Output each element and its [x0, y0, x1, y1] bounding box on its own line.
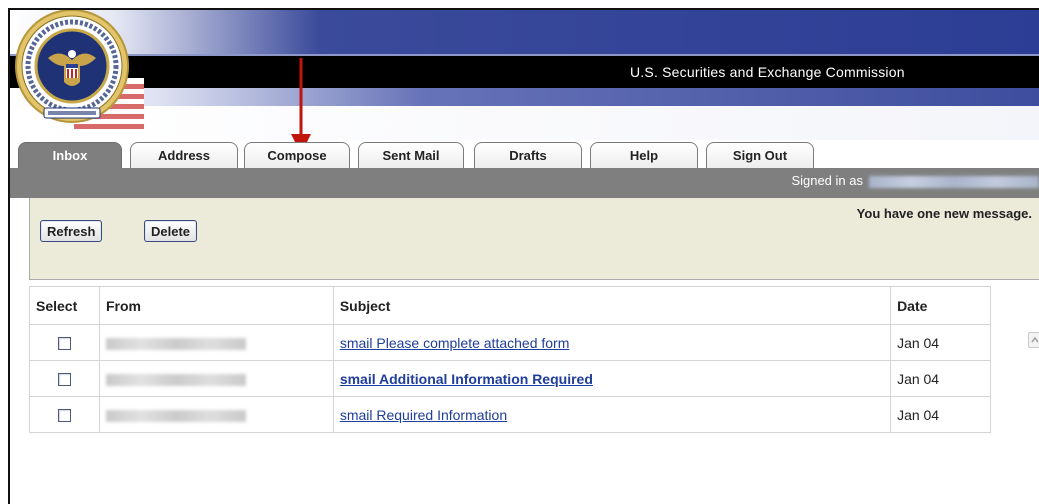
column-header-from: From	[98, 286, 334, 325]
signed-in-status: Signed in as	[791, 173, 1039, 188]
tab-help[interactable]: Help	[590, 142, 698, 170]
from-cell	[98, 396, 334, 433]
date-cell: Jan 04	[890, 396, 991, 433]
app-window: U.S. Securities and Exchange Commission	[8, 8, 1039, 504]
agency-name: U.S. Securities and Exchange Commission	[630, 64, 905, 80]
subject-link-unread[interactable]: smail Additional Information Required	[340, 371, 593, 387]
subject-link[interactable]: smail Please complete attached form	[340, 335, 570, 351]
column-header-select: Select	[29, 286, 100, 325]
delete-button[interactable]: Delete	[144, 220, 198, 242]
sender-redacted	[105, 409, 246, 422]
subject-link[interactable]: smail Required Information	[340, 407, 507, 423]
chevron-up-icon	[1031, 336, 1039, 343]
from-cell	[98, 360, 334, 397]
subject-cell: smail Additional Information Required	[332, 360, 892, 397]
signed-in-email-redacted	[869, 175, 1039, 188]
tab-address[interactable]: Address	[130, 142, 238, 170]
header-banner: U.S. Securities and Exchange Commission	[10, 10, 1039, 140]
table-row: smail Required Information Jan 04	[29, 396, 991, 433]
column-header-date: Date	[890, 286, 991, 325]
tab-label: Address	[157, 148, 211, 163]
scroll-up-icon[interactable]	[1028, 332, 1039, 348]
date-cell: Jan 04	[890, 324, 991, 361]
select-cell	[29, 360, 100, 397]
tab-drafts[interactable]: Drafts	[474, 142, 582, 170]
banner-band-light	[10, 106, 1039, 140]
tab-label: Inbox	[52, 148, 88, 163]
message-checkbox[interactable]	[57, 337, 71, 351]
tab-bar: Inbox Address Compose Sent Mail Drafts H…	[10, 140, 1039, 170]
tab-label: Help	[629, 148, 659, 163]
tab-label: Sent Mail	[382, 148, 440, 163]
table-row: smail Please complete attached form Jan …	[29, 324, 991, 361]
message-table: Select From Subject Date smail Please co…	[29, 286, 991, 433]
from-cell	[98, 324, 334, 361]
date-cell: Jan 04	[890, 360, 991, 397]
sender-redacted	[105, 337, 246, 350]
tab-sign-out[interactable]: Sign Out	[706, 142, 814, 170]
tab-label: Drafts	[509, 148, 547, 163]
subject-cell: smail Please complete attached form	[332, 324, 892, 361]
seal-logo	[15, 10, 144, 134]
banner-band-low	[10, 88, 1039, 106]
inbox-toolbar: Refresh Delete You have one new message.	[29, 198, 1039, 280]
tab-label: Compose	[267, 148, 327, 163]
tab-inbox[interactable]: Inbox	[18, 142, 122, 170]
message-checkbox[interactable]	[57, 373, 71, 387]
tab-compose[interactable]: Compose	[244, 142, 350, 170]
sender-redacted	[105, 373, 246, 386]
message-checkbox[interactable]	[57, 409, 71, 423]
subject-cell: smail Required Information	[332, 396, 892, 433]
table-header-row: Select From Subject Date	[29, 286, 991, 325]
refresh-button[interactable]: Refresh	[40, 220, 103, 242]
tab-label: Sign Out	[732, 148, 788, 163]
column-header-subject: Subject	[332, 286, 892, 325]
new-message-notice: You have one new message.	[856, 206, 1032, 221]
banner-band-top	[10, 10, 1039, 54]
signed-in-label: Signed in as	[791, 173, 863, 188]
table-row: smail Additional Information Required Ja…	[29, 360, 991, 397]
tab-sent-mail[interactable]: Sent Mail	[358, 142, 464, 170]
select-cell	[29, 396, 100, 433]
select-cell	[29, 324, 100, 361]
